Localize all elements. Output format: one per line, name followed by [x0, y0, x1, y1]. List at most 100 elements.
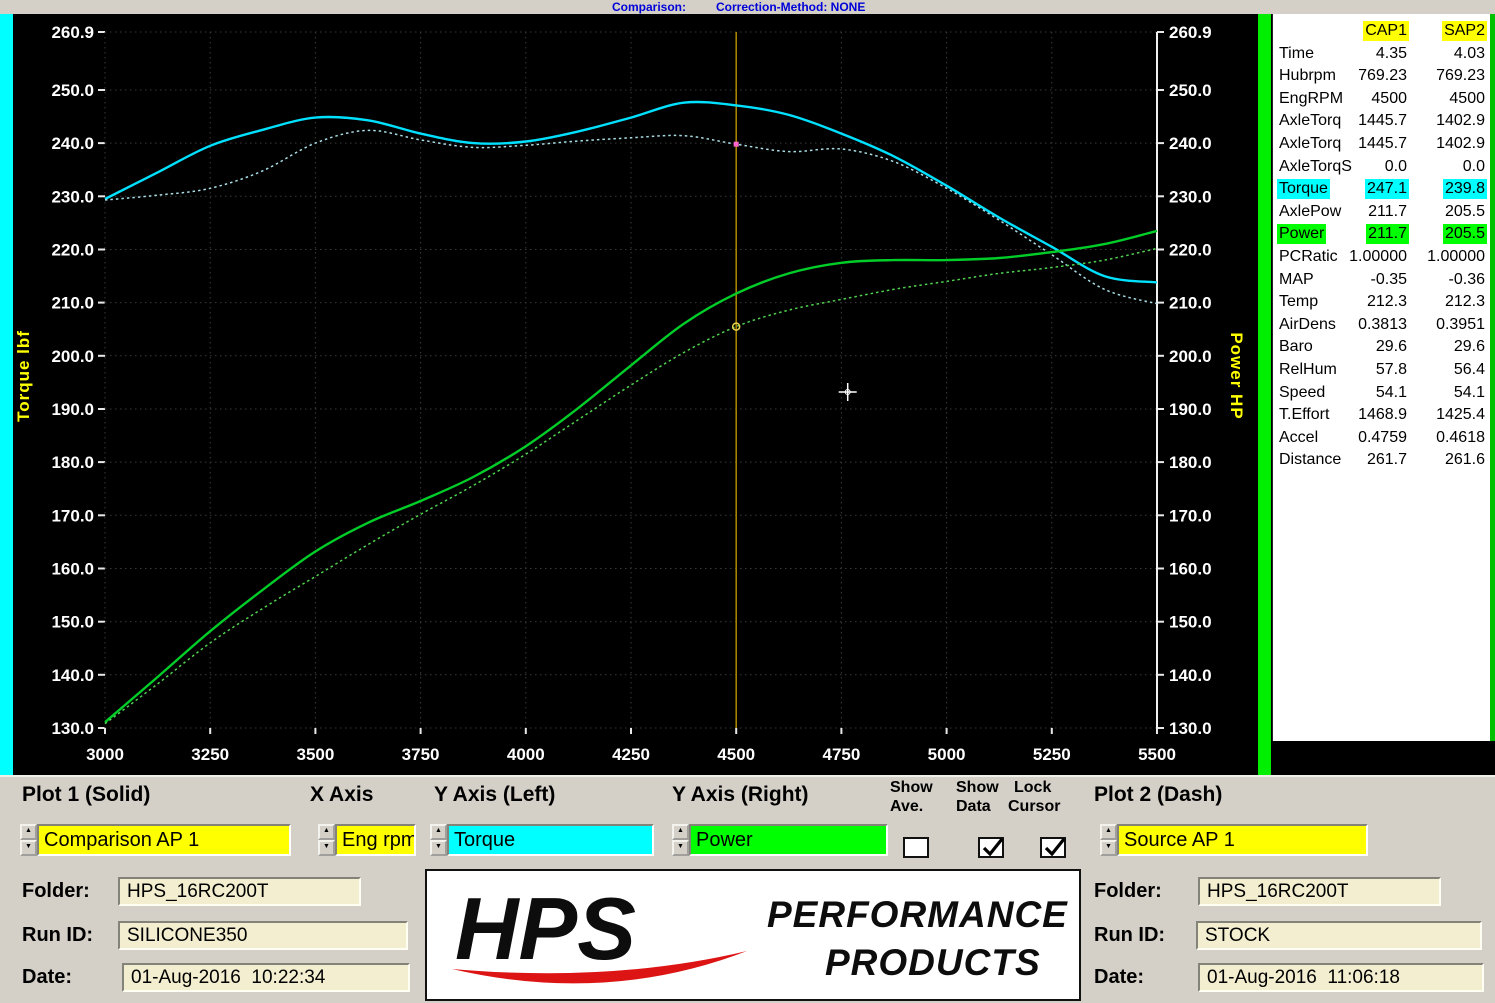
svg-text:140.0: 140.0 — [1169, 666, 1212, 685]
cap1-value: 54.1 — [1374, 383, 1409, 403]
data-row-teffort: T.Effort1468.91425.4 — [1273, 404, 1490, 427]
svg-text:210.0: 210.0 — [1169, 294, 1212, 313]
svg-text:190.0: 190.0 — [1169, 400, 1212, 419]
channel-label: Distance — [1277, 450, 1343, 470]
yaxis-left-spinner: ▲ ▼ — [430, 824, 447, 856]
sap2-value: 261.6 — [1443, 450, 1487, 470]
spinner-down-icon[interactable]: ▼ — [1100, 840, 1117, 856]
svg-text:3000: 3000 — [86, 745, 124, 764]
svg-text:160.0: 160.0 — [51, 560, 94, 579]
svg-text:210.0: 210.0 — [51, 294, 94, 313]
channel-label: Torque — [1277, 179, 1330, 199]
svg-text:150.0: 150.0 — [1169, 613, 1212, 632]
svg-text:200.0: 200.0 — [51, 347, 94, 366]
svg-text:5500: 5500 — [1138, 745, 1176, 764]
channel-label: AxleTorqS — [1277, 157, 1354, 177]
data-row-axletorq: AxleTorq1445.71402.9 — [1273, 110, 1490, 133]
data-row-relhum: RelHum57.856.4 — [1273, 359, 1490, 382]
sap2-value: 1402.9 — [1434, 134, 1487, 154]
channel-label: T.Effort — [1277, 405, 1331, 425]
run1-date-field[interactable]: 01-Aug-2016 10:22:34 — [122, 963, 410, 992]
data-row-power: Power211.7205.5 — [1273, 223, 1490, 246]
hps-logo: HPS PERFORMANCE PRODUCTS — [425, 869, 1081, 1001]
run1-folder-field[interactable]: HPS_16RC200T — [118, 877, 361, 906]
cap1-value: -0.35 — [1369, 270, 1409, 290]
hps-logo-text: HPS — [455, 879, 636, 978]
svg-text:5000: 5000 — [928, 745, 966, 764]
channel-label: AxlePow — [1277, 202, 1343, 222]
svg-text:130.0: 130.0 — [51, 719, 94, 738]
svg-text:200.0: 200.0 — [1169, 347, 1212, 366]
run1-id-field[interactable]: SILICONE350 — [118, 921, 408, 950]
cap1-value: 1468.9 — [1356, 405, 1409, 425]
spinner-up-icon[interactable]: ▲ — [430, 824, 447, 840]
data-row-axlepow: AxlePow211.7205.5 — [1273, 201, 1490, 224]
show-data-label-1: Show — [956, 779, 999, 797]
svg-text:130.0: 130.0 — [1169, 719, 1212, 738]
cap1-value: 247.1 — [1365, 179, 1409, 199]
spinner-down-icon[interactable]: ▼ — [318, 840, 335, 856]
svg-text:140.0: 140.0 — [51, 666, 94, 685]
sap2-value: 4.03 — [1452, 44, 1487, 64]
svg-text:230.0: 230.0 — [51, 187, 94, 206]
svg-text:5250: 5250 — [1033, 745, 1071, 764]
yaxis-right-select[interactable]: Power — [689, 824, 888, 856]
svg-text:260.9: 260.9 — [51, 23, 94, 42]
plot2-spinner: ▲ ▼ — [1100, 824, 1117, 856]
channel-label: Power — [1277, 224, 1326, 244]
sap2-value: 212.3 — [1443, 292, 1487, 312]
spinner-up-icon[interactable]: ▲ — [672, 824, 689, 840]
data-row-pcratic: PCRatic1.000001.00000 — [1273, 246, 1490, 269]
svg-text:180.0: 180.0 — [51, 453, 94, 472]
data-row-engrpm: EngRPM45004500 — [1273, 88, 1490, 111]
channel-label: EngRPM — [1277, 89, 1345, 109]
plot1-select[interactable]: Comparison AP 1 — [37, 824, 291, 856]
channel-label: Hubrpm — [1277, 66, 1338, 86]
channel-label: MAP — [1277, 270, 1316, 290]
svg-text:240.0: 240.0 — [1169, 134, 1212, 153]
svg-text:160.0: 160.0 — [1169, 560, 1212, 579]
spinner-down-icon[interactable]: ▼ — [20, 840, 37, 856]
channel-label: RelHum — [1277, 360, 1339, 380]
show-data-checkbox[interactable] — [978, 837, 1004, 858]
svg-text:170.0: 170.0 — [1169, 506, 1212, 525]
yaxis-right-spinner: ▲ ▼ — [672, 824, 689, 856]
sap2-value: 54.1 — [1452, 383, 1487, 403]
svg-text:240.0: 240.0 — [51, 134, 94, 153]
channel-label: Speed — [1277, 383, 1327, 403]
spinner-up-icon[interactable]: ▲ — [20, 824, 37, 840]
channel-label: AxleTorq — [1277, 134, 1343, 154]
control-panel: Plot 1 (Solid) X Axis Y Axis (Left) Y Ax… — [0, 775, 1495, 1003]
svg-text:180.0: 180.0 — [1169, 453, 1212, 472]
sap2-value: 0.3951 — [1434, 315, 1487, 335]
svg-text:230.0: 230.0 — [1169, 187, 1212, 206]
plot2-select[interactable]: Source AP 1 — [1117, 824, 1368, 856]
cap1-value: 211.7 — [1366, 224, 1409, 244]
run1-date-label: Date: — [22, 966, 72, 989]
correction-method-label: Correction-Method: NONE — [716, 0, 865, 14]
yaxis-left-select[interactable]: Torque — [447, 824, 654, 856]
sap2-value: 1.00000 — [1425, 247, 1487, 267]
svg-text:4750: 4750 — [822, 745, 860, 764]
cap1-value: 4500 — [1369, 89, 1409, 109]
dyno-chart-plot-area[interactable]: 260.9260.9250.0250.0240.0240.0230.0230.0… — [0, 14, 1272, 775]
xaxis-select[interactable]: Eng rpm — [335, 824, 416, 856]
spinner-down-icon[interactable]: ▼ — [672, 840, 689, 856]
show-data-label-2: Data — [956, 798, 991, 816]
spinner-down-icon[interactable]: ▼ — [430, 840, 447, 856]
svg-text:170.0: 170.0 — [51, 506, 94, 525]
svg-text:250.0: 250.0 — [1169, 81, 1212, 100]
lock-cursor-checkbox[interactable] — [1040, 837, 1066, 858]
spinner-up-icon[interactable]: ▲ — [318, 824, 335, 840]
run2-folder-field[interactable]: HPS_16RC200T — [1198, 877, 1441, 906]
logo-products-text: PRODUCTS — [825, 942, 1041, 983]
sap2-value: 205.5 — [1443, 202, 1487, 222]
run2-date-field[interactable]: 01-Aug-2016 11:06:18 — [1198, 963, 1484, 992]
spinner-up-icon[interactable]: ▲ — [1100, 824, 1117, 840]
show-ave-checkbox[interactable] — [903, 837, 929, 858]
run2-date-label: Date: — [1094, 966, 1144, 989]
channel-label: PCRatic — [1277, 247, 1340, 267]
xaxis-label: X Axis — [310, 783, 373, 807]
data-row-time: Time4.354.03 — [1273, 43, 1490, 66]
run2-id-field[interactable]: STOCK — [1196, 921, 1482, 950]
